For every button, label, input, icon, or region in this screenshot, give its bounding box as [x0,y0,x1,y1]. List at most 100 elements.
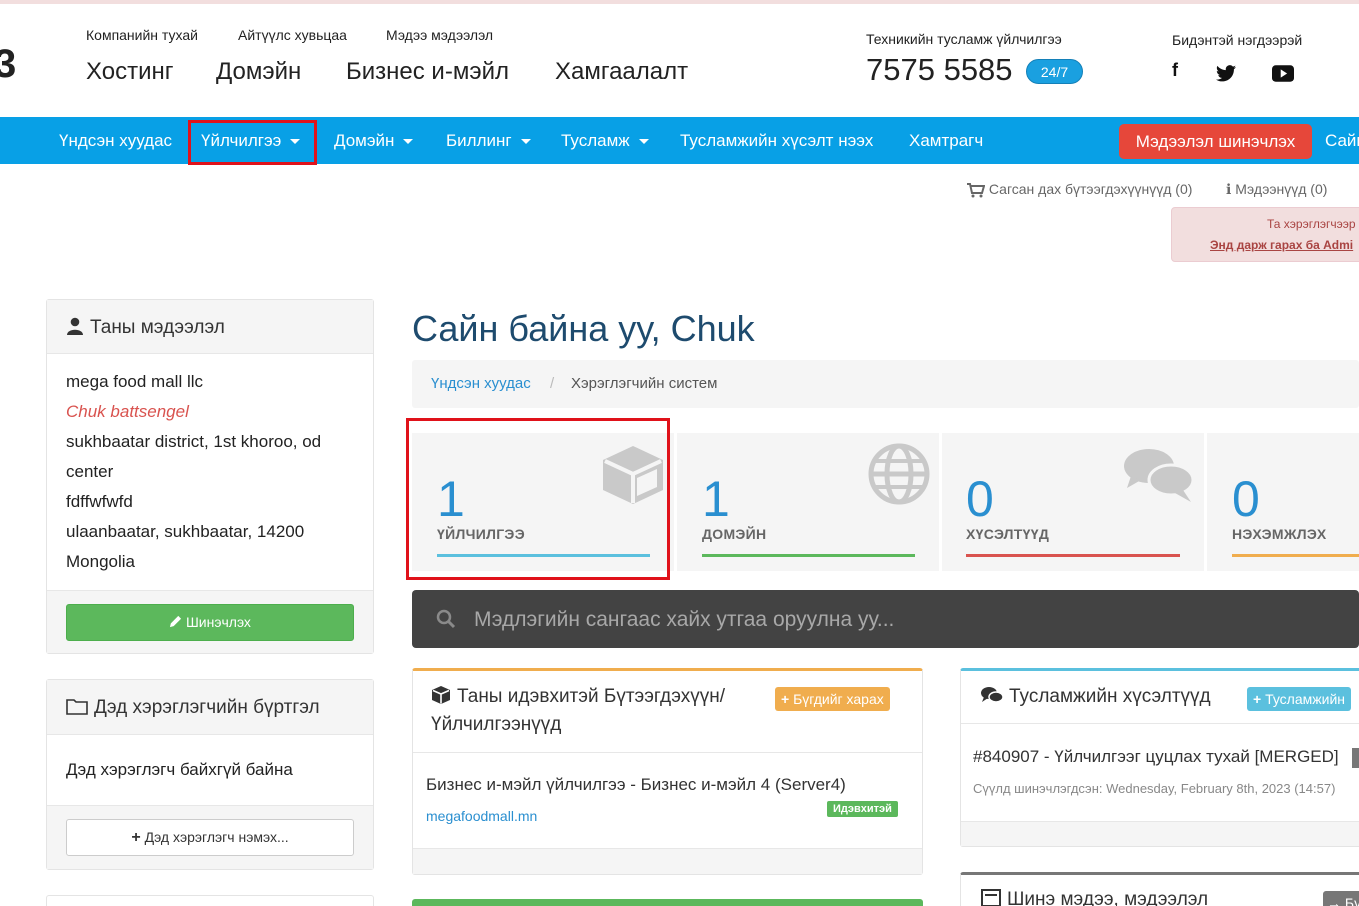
arrow-right-icon: → [1327,895,1341,906]
support-label: Техникийн тусламж үйлчилгээ [866,31,1062,47]
support-phone[interactable]: 7575 5585 [866,52,1013,88]
products-footer [413,848,922,874]
client-name: Chuk battsengel [66,402,189,421]
join-us-label: Бидэнтэй нэгдээрэй [1172,32,1303,48]
facebook-icon[interactable]: f [1172,60,1178,81]
admin-alert [1171,207,1359,262]
company-name: mega food mall llc [66,372,204,391]
chevron-down-icon [520,139,531,145]
active-products-title-l2: Үйлчилгээнүүд [431,714,562,735]
update-info-button[interactable]: Мэдээлэл шинэчлэх [1119,124,1312,159]
tickets-bar [966,554,1180,557]
folder-icon [66,699,88,715]
services-tile-highlight-box [406,418,670,580]
nav-support[interactable]: Тусламж [561,117,649,164]
comments-icon [1123,446,1195,511]
domains-count: 1 [702,471,730,527]
open-ticket-button[interactable]: + Тусламжийн [1247,687,1352,711]
tickets-count: 0 [966,471,994,527]
chevron-down-icon [638,139,649,145]
invoices-label: НЭХЭМЖЛЭХ [1232,526,1327,542]
newspaper-icon [981,888,1001,906]
nav-affiliates[interactable]: Хамтрагч [909,117,983,164]
nav-open-ticket[interactable]: Тусламжийн хүсэлт нээх [680,117,873,164]
address-line-2: center [66,462,114,481]
news-all-button[interactable]: → Бү [1323,891,1359,906]
shares-link[interactable]: Айтүүлс хувьцаа [238,27,347,43]
notices-link[interactable]: ℹ Мэдээнүүд (0) [1226,181,1327,198]
domain-link[interactable]: Домэйн [216,58,301,86]
info-icon: ℹ [1226,181,1232,197]
products-divider [413,752,922,753]
news-title-text: Шинэ мэдээ, мэдээлэл [1007,889,1209,906]
cart-label: Сагсан дах бүтээгдэхүүнүүд (0) [988,181,1193,197]
support-badge: 24/7 [1026,59,1083,84]
next-card-top [412,899,923,906]
address-line-1: sukhbaatar district, 1st khoroo, od [66,432,322,451]
ticket-item-title[interactable]: #840907 - Үйлчилгээг цуцлах тухай [MERGE… [973,747,1339,767]
pencil-icon [169,616,182,628]
tickets-divider [961,723,1359,724]
services-highlight-box [188,120,317,165]
tile-invoices[interactable] [1207,433,1359,571]
logo[interactable]: 3 [0,42,16,87]
nav-billing-label: Биллинг [446,131,512,150]
add-sub-account-label: Дэд хэрэглэгч нэмэх... [144,829,289,845]
nav-domain[interactable]: Домэйн [334,117,414,164]
company-about-link[interactable]: Компанийн тухай [86,27,198,43]
tickets-label: ХҮСЭЛТҮҮД [966,526,1050,542]
view-all-products-button[interactable]: + Бүгдийг харах [775,687,890,711]
twitter-icon[interactable] [1216,62,1236,83]
your-info-title-text: Таны мэдээлэл [90,317,225,338]
active-products-title: Таны идэвхитэй Бүтээгдэхүүн/ [431,685,725,708]
add-sub-account-button[interactable]: + Дэд хэрэглэгч нэмэх... [66,819,354,856]
admin-alert-text: Та хэрэглэгчээр [1267,217,1356,231]
ticket-updated: Сүүлд шинэчлэгдсэн: Wednesday, February … [973,781,1336,796]
plus-icon: + [1253,691,1262,707]
status-badge: Идэвхитэй [827,801,898,817]
admin-return-link[interactable]: Энд дарж гарах ба Admi [1210,238,1353,252]
product-item-name[interactable]: Бизнес и-мэйл үйлчилгээ - Бизнес и-мэйл … [426,775,846,795]
update-profile-label: Шинэчлэх [185,614,251,630]
product-item-domain[interactable]: megafoodmall.mn [426,808,537,824]
nav-hello-user[interactable]: Сайн [1325,117,1359,164]
cart-link[interactable]: Сагсан дах бүтээгдэхүүнүүд (0) [967,181,1192,198]
plus-icon: + [781,691,790,707]
breadcrumb-current: Хэрэглэгчийн систем [571,375,718,392]
news-card-title: Шинэ мэдээ, мэдээлэл [981,888,1209,906]
tickets-card-title: Тусламжийн хүсэлтүүд [981,686,1211,708]
sub-accounts-title: Дэд хэрэглэгчийн бүртгэл [66,697,320,719]
user-icon [67,318,83,336]
hosting-link[interactable]: Хостинг [86,58,174,86]
update-profile-button[interactable]: Шинэчлэх [66,604,354,641]
comments-icon [981,686,1003,703]
address-line-3: fdffwfwfd [66,492,133,511]
top-strip [0,0,1359,4]
view-all-label: Бүгдийг харах [793,691,884,707]
nav-billing[interactable]: Биллинг [446,117,531,164]
page-title: Сайн байна уу, Chuk [412,308,755,349]
nav-home[interactable]: Үндсэн хуудас [59,117,172,164]
security-link[interactable]: Хамгаалалт [555,58,688,86]
address-line-4: ulaanbaatar, sukhbaatar, 14200 [66,522,305,541]
search-icon [436,609,456,634]
breadcrumb-separator: / [550,375,555,392]
invoices-count: 0 [1232,471,1260,527]
cart-icon [967,182,985,198]
business-email-link[interactable]: Бизнес и-мэйл [346,58,509,86]
ticket-status-badge [1352,748,1359,768]
kb-search-input[interactable] [474,604,1334,636]
domains-bar [702,554,915,557]
tickets-footer [961,821,1359,846]
plus-icon: + [131,829,141,846]
no-sub-accounts-text: Дэд хэрэглэгч байхгүй байна [66,760,293,779]
breadcrumb-home[interactable]: Үндсэн хуудас [431,375,531,392]
tickets-title-text: Тусламжийн хүсэлтүүд [1009,686,1211,707]
news-link[interactable]: Мэдээ мэдээлэл [386,27,493,43]
invoices-bar [1232,554,1359,557]
sub-accounts-title-text: Дэд хэрэглэгчийн бүртгэл [94,697,320,718]
nav-support-label: Тусламж [561,131,630,150]
youtube-icon[interactable] [1272,62,1294,83]
globe-icon [868,443,930,510]
open-ticket-label: Тусламжийн [1265,691,1346,707]
